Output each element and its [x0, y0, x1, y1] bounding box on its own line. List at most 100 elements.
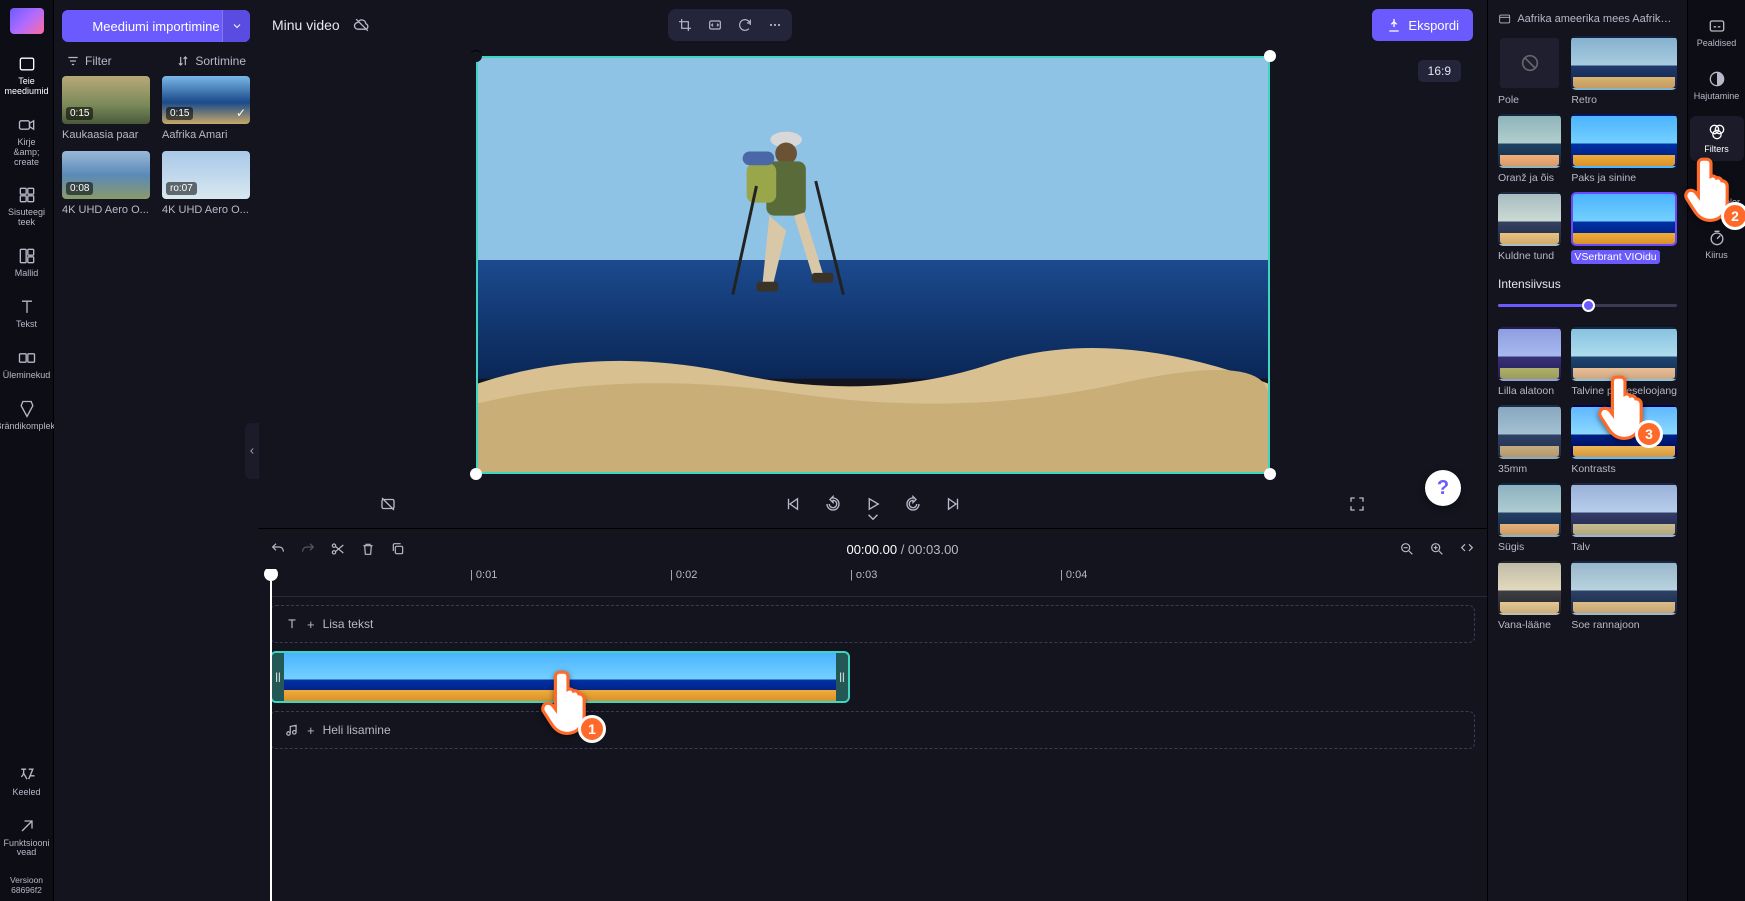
- inspector-header: Aafrika ameerika mees Aafrika a...: [1498, 12, 1677, 26]
- duplicate-button[interactable]: [390, 541, 406, 557]
- timeline-body[interactable]: | 0:01| 0:02| o:03| 0:04 + Lisa tekst ||…: [258, 569, 1487, 901]
- rail-content-lib[interactable]: Sisuteegi teek: [2, 179, 52, 234]
- rail-templates[interactable]: Mallid: [2, 240, 52, 285]
- zoom-in-button[interactable]: [1429, 541, 1445, 557]
- media-thumb[interactable]: 0:15✓Aafrika Amari: [162, 76, 250, 141]
- filter-talvine[interactable]: Talvine päikeseloojang: [1571, 327, 1677, 397]
- collapse-player-icon[interactable]: [864, 508, 882, 526]
- rail-languages[interactable]: Keeled: [2, 759, 52, 804]
- timeline-toolbar: 00:00.00 / 00:03.00: [258, 529, 1487, 569]
- clip-right-handle[interactable]: ||: [836, 653, 848, 701]
- help-button[interactable]: ?: [1425, 470, 1461, 506]
- media-panel: Meediumi importimine Filter Sortimine 0:…: [54, 0, 258, 901]
- resize-handle[interactable]: [1264, 468, 1276, 480]
- media-thumbnails: 0:15Kaukaasia paar0:15✓Aafrika Amari0:08…: [62, 76, 250, 216]
- safe-zone-icon[interactable]: [374, 490, 402, 518]
- filter-label: Filter: [85, 54, 112, 68]
- filter-retro[interactable]: Retro: [1571, 36, 1677, 106]
- right-column: Aafrika ameerika mees Aafrika a... PoleR…: [1487, 0, 1745, 901]
- center-area: Minu video Ekspordi 16:9: [258, 0, 1487, 901]
- filter-kuldne[interactable]: Kuldne tund: [1498, 192, 1561, 267]
- fullscreen-button[interactable]: [1343, 490, 1371, 518]
- redo-button[interactable]: [300, 541, 316, 557]
- resize-handle[interactable]: [1264, 50, 1276, 62]
- rail-transitions[interactable]: Üleminekud: [2, 342, 52, 387]
- filter-none[interactable]: Pole: [1498, 36, 1561, 106]
- filter-lilla[interactable]: Lilla alatoon: [1498, 327, 1561, 397]
- skip-start-button[interactable]: [779, 490, 807, 518]
- filter-35mm[interactable]: 35mm: [1498, 405, 1561, 475]
- cloud-sync-icon[interactable]: [352, 15, 372, 35]
- delete-button[interactable]: [360, 541, 376, 557]
- filter-button[interactable]: Filter: [66, 54, 112, 68]
- media-thumb[interactable]: 0:15Kaukaasia paar: [62, 76, 150, 141]
- filter-kontrasts[interactable]: Kontrasts: [1571, 405, 1677, 475]
- filter-soerannajoon[interactable]: Soe rannajoon: [1571, 561, 1677, 631]
- audio-track[interactable]: + Heli lisamine: [270, 711, 1475, 749]
- rail-record[interactable]: Kirje &amp; create: [2, 109, 52, 174]
- import-media-button[interactable]: Meediumi importimine: [62, 10, 250, 42]
- more-button[interactable]: [762, 13, 788, 37]
- preview-canvas[interactable]: [476, 56, 1270, 474]
- sort-label: Sortimine: [195, 54, 246, 68]
- rail2-fade[interactable]: Hajutamine: [1690, 63, 1744, 108]
- filter-talv[interactable]: Talv: [1571, 483, 1677, 553]
- filter-paks[interactable]: Paks ja sinine: [1571, 114, 1677, 184]
- rail-label: Brändikomplekt: [0, 422, 58, 432]
- fit-button[interactable]: [702, 13, 728, 37]
- import-label: Meediumi importimine: [92, 19, 219, 34]
- media-thumb[interactable]: 0:084K UHD Aero O...: [62, 151, 150, 216]
- timeline: 00:00.00 / 00:03.00 | 0:01| 0:02| o:03| …: [258, 528, 1487, 901]
- app-logo[interactable]: [10, 8, 44, 34]
- sort-button[interactable]: Sortimine: [176, 54, 246, 68]
- stage-wrap: 16:9: [258, 50, 1487, 480]
- rail2-adjust[interactable]: Adjust color: [1690, 169, 1744, 214]
- aspect-ratio-pill[interactable]: 16:9: [1418, 60, 1461, 82]
- timeline-ruler[interactable]: | 0:01| 0:02| o:03| 0:04: [270, 569, 1487, 597]
- preview-stage[interactable]: [476, 56, 1270, 474]
- filter-vserbrant[interactable]: VSerbrant VIOidu: [1571, 192, 1677, 267]
- timeline-timecode: 00:00.00 / 00:03.00: [846, 542, 958, 557]
- rail-label: Mallid: [15, 269, 39, 279]
- rail-your-media[interactable]: Teie meediumid: [2, 48, 52, 103]
- rail2-captions[interactable]: Pealdised: [1690, 10, 1744, 55]
- player-bar: ?: [258, 480, 1487, 528]
- text-track[interactable]: + Lisa tekst: [270, 605, 1475, 643]
- import-dropdown-caret[interactable]: [222, 10, 250, 42]
- collapse-media-panel[interactable]: [245, 423, 259, 479]
- filter-sugis[interactable]: Sügis: [1498, 483, 1561, 553]
- media-tools: Filter Sortimine: [66, 54, 246, 68]
- rail2-speed[interactable]: Kiirus: [1690, 222, 1744, 267]
- rail-brandkit[interactable]: Brändikomplekt: [2, 393, 52, 438]
- clip-left-handle[interactable]: ||: [272, 653, 284, 701]
- project-title[interactable]: Minu video: [272, 17, 340, 33]
- rail-label: Sisuteegi teek: [4, 208, 50, 228]
- media-thumb[interactable]: ro:074K UHD Aero O...: [162, 151, 250, 216]
- filter-vanalaane[interactable]: Vana-lääne: [1498, 561, 1561, 631]
- video-clip[interactable]: || ||: [270, 651, 850, 703]
- undo-button[interactable]: [270, 541, 286, 557]
- rail-text[interactable]: Tekst: [2, 291, 52, 336]
- rail-label: Keeled: [12, 788, 40, 798]
- zoom-out-button[interactable]: [1399, 541, 1415, 557]
- playhead[interactable]: [270, 569, 272, 901]
- rail-version[interactable]: Versioon 68696f2: [2, 870, 52, 901]
- resize-handle[interactable]: [470, 50, 482, 62]
- crop-button[interactable]: [672, 13, 698, 37]
- fit-timeline-button[interactable]: [1459, 541, 1475, 557]
- forward-button[interactable]: [899, 490, 927, 518]
- export-button[interactable]: Ekspordi: [1372, 9, 1473, 41]
- rotate-button[interactable]: [732, 13, 758, 37]
- video-track[interactable]: || || 1: [270, 651, 1475, 703]
- rewind-button[interactable]: [819, 490, 847, 518]
- filter-oranz[interactable]: Oranž ja õis: [1498, 114, 1561, 184]
- resize-handle[interactable]: [470, 468, 482, 480]
- intensity-slider[interactable]: [1498, 297, 1677, 313]
- rail-bugs[interactable]: Funktsiooni vead: [2, 810, 52, 865]
- rail2-filters[interactable]: Filters: [1690, 116, 1744, 161]
- rail-label: Kirje &amp; create: [4, 138, 50, 168]
- rail-label: Versioon 68696f2: [4, 876, 50, 895]
- skip-end-button[interactable]: [939, 490, 967, 518]
- split-button[interactable]: [330, 541, 346, 557]
- rail-label: Teie meediumid: [4, 77, 50, 97]
